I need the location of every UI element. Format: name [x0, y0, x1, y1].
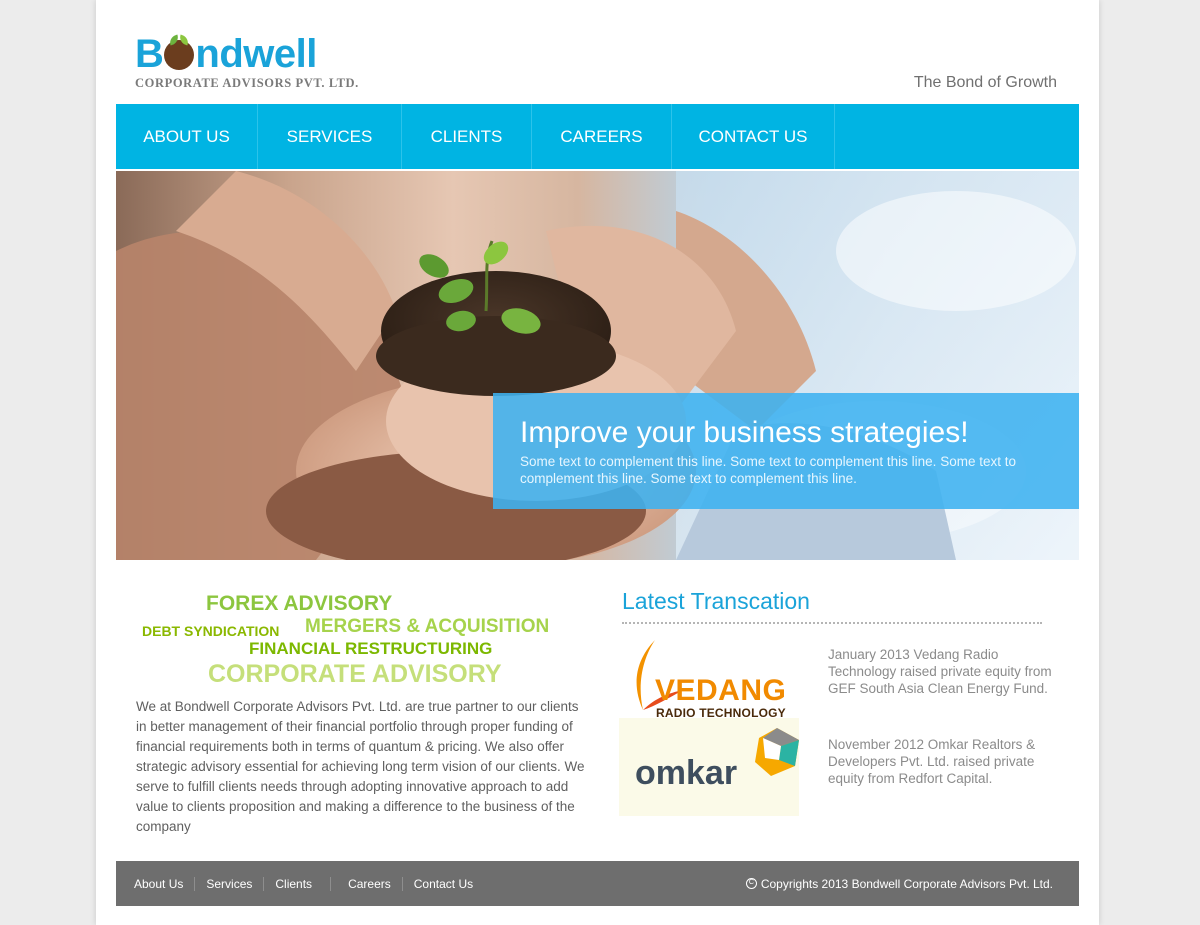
footer-link-contact-us[interactable]: Contact Us: [401, 876, 484, 891]
omkar-cube-icon: [755, 728, 799, 776]
logo-subtitle: CORPORATE ADVISORS PVT. LTD.: [135, 76, 359, 90]
footer-link-about-us[interactable]: About Us: [134, 877, 194, 891]
copyright-icon: C: [745, 878, 757, 889]
footer-link-careers[interactable]: Careers: [330, 876, 402, 891]
omkar-logo[interactable]: omkar: [619, 718, 799, 816]
nav-about-us[interactable]: ABOUT US: [116, 104, 258, 169]
service-debt-syndication: DEBT SYNDICATION: [142, 623, 280, 639]
hero-title: Improve your business strategies!: [520, 416, 969, 449]
nav-clients[interactable]: CLIENTS: [402, 104, 532, 169]
service-mergers-acquisition: MERGERS & ACQUISITION: [305, 616, 550, 637]
hero-banner: Improve your business strategies! Some t…: [116, 171, 1079, 560]
transaction-text-vedang: January 2013 Vedang Radio Technology rai…: [828, 647, 1052, 696]
hero-text: Some text to complement this line. Some …: [520, 454, 1016, 486]
latest-transactions-heading: Latest Transcation: [622, 588, 810, 614]
footer-link-services[interactable]: Services: [194, 876, 263, 891]
nav-services[interactable]: SERVICES: [258, 104, 402, 169]
divider: [622, 622, 1042, 624]
service-corporate-advisory: CORPORATE ADVISORY: [208, 660, 502, 688]
copyright: C Copyrights 2013 Bondwell Corporate Adv…: [745, 861, 1053, 906]
footer-links: About Us Services Clients Careers Contac…: [134, 861, 484, 906]
page-container: Bndwell CORPORATE ADVISORS PVT. LTD. The…: [96, 0, 1099, 925]
seedling-icon: [164, 40, 195, 70]
intro-paragraph: We at Bondwell Corporate Advisors Pvt. L…: [136, 699, 585, 834]
service-forex-advisory: FOREX ADVISORY: [206, 592, 393, 615]
transaction-text-omkar: November 2012 Omkar Realtors & Developer…: [828, 737, 1036, 786]
copyright-text: Copyrights 2013 Bondwell Corporate Advis…: [760, 876, 1053, 891]
services-word-cloud: FOREX ADVISORY MERGERS & ACQUISITION DEB…: [136, 592, 586, 688]
nav-careers[interactable]: CAREERS: [532, 104, 672, 169]
hero-caption: Improve your business strategies! Some t…: [493, 393, 1079, 509]
footer-link-clients[interactable]: Clients: [263, 876, 330, 891]
vedang-logo-text: VEDANG: [655, 674, 787, 707]
bondwell-logo[interactable]: Bndwell CORPORATE ADVISORS PVT. LTD.: [135, 32, 359, 91]
logo-letter-b: B: [135, 32, 164, 76]
tagline: The Bond of Growth: [913, 74, 1057, 91]
logo-letters-rest: ndwell: [195, 32, 317, 76]
logo-wordmark: Bndwell: [135, 32, 359, 76]
footer: About Us Services Clients Careers Contac…: [116, 861, 1079, 906]
service-financial-restructuring: FINANCIAL RESTRUCTURING: [249, 639, 493, 658]
vedang-logo[interactable]: VEDANG RADIO TECHNOLOGY: [619, 632, 799, 730]
nav-contact-us[interactable]: CONTACT US: [672, 104, 835, 169]
main-nav: ABOUT US SERVICES CLIENTS CAREERS CONTAC…: [116, 104, 1079, 169]
omkar-logo-text: omkar: [635, 754, 738, 792]
